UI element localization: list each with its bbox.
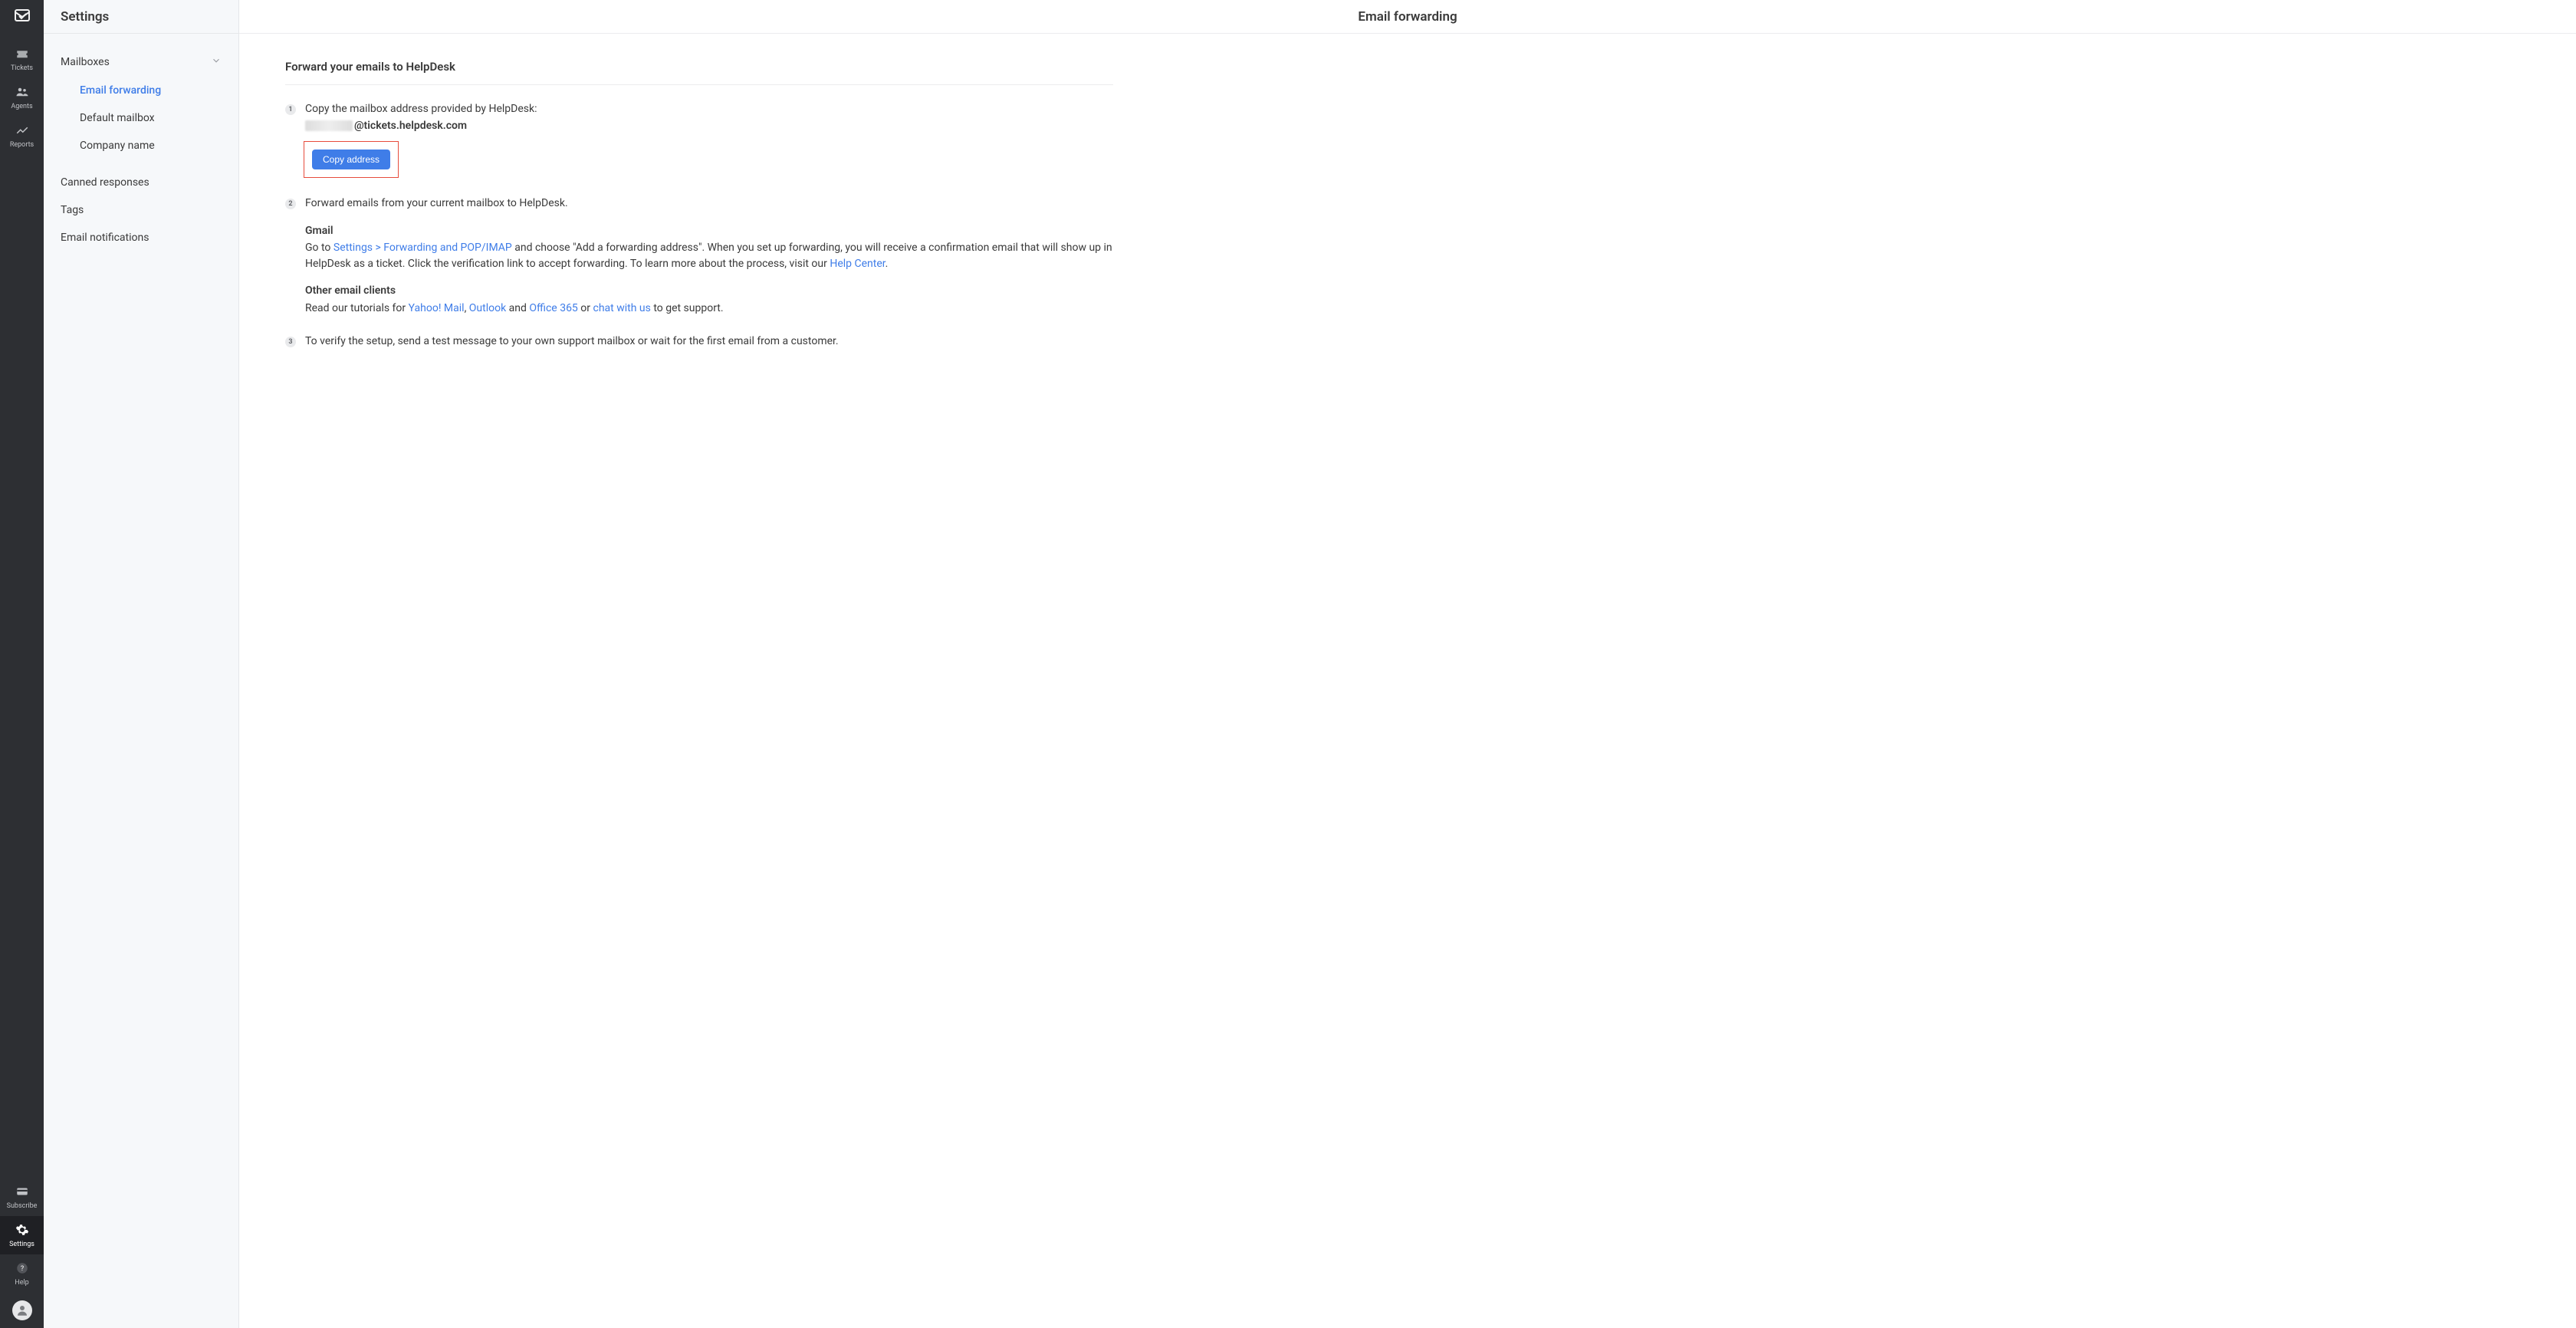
other-clients-heading: Other email clients: [305, 284, 1113, 299]
sidebar-title: Settings: [44, 0, 238, 34]
rail-label: Settings: [9, 1241, 34, 1248]
step-badge: 2: [285, 199, 296, 209]
other-clients-instructions: Read our tutorials for Yahoo! Mail, Outl…: [305, 301, 1113, 316]
ticket-icon: [15, 46, 30, 61]
yahoo-mail-link[interactable]: Yahoo! Mail: [409, 302, 465, 314]
text-fragment: Go to: [305, 242, 334, 254]
main-panel: Email forwarding Forward your emails to …: [239, 0, 2576, 1328]
sidebar-subitem-company-name[interactable]: Company name: [44, 132, 238, 159]
rail-label: Tickets: [11, 64, 33, 72]
step-1-text: Copy the mailbox address provided by Hel…: [305, 102, 1113, 117]
rail-item-tickets[interactable]: Tickets: [0, 40, 44, 78]
outlook-link[interactable]: Outlook: [469, 302, 506, 314]
sidebar-item-email-notifications[interactable]: Email notifications: [44, 224, 238, 251]
step-3-text: To verify the setup, send a test message…: [305, 334, 1113, 350]
text-fragment: or: [578, 302, 593, 314]
svg-text:?: ?: [20, 1265, 23, 1273]
rail-item-subscribe[interactable]: Subscribe: [0, 1178, 44, 1216]
page-title: Email forwarding: [239, 0, 2576, 34]
step-2: 2 Forward emails from your current mailb…: [285, 196, 1113, 316]
step-3: 3 To verify the setup, send a test messa…: [285, 334, 1113, 350]
step-badge: 3: [285, 337, 296, 347]
card-icon: [15, 1184, 30, 1199]
gmail-settings-link[interactable]: Settings > Forwarding and POP/IMAP: [334, 242, 512, 254]
chat-with-us-link[interactable]: chat with us: [593, 302, 651, 314]
help-icon: ?: [15, 1261, 30, 1276]
rail-label: Agents: [11, 103, 32, 110]
text-fragment: Read our tutorials for: [305, 302, 409, 314]
rail-item-settings[interactable]: Settings: [0, 1216, 44, 1254]
rail-item-reports[interactable]: Reports: [0, 117, 44, 155]
step-1: 1 Copy the mailbox address provided by H…: [285, 102, 1113, 178]
agents-icon: [15, 84, 30, 100]
text-fragment: .: [886, 258, 889, 270]
rail-item-agents[interactable]: Agents: [0, 78, 44, 117]
settings-sidebar: Settings Mailboxes Email forwarding Defa…: [44, 0, 239, 1328]
step-badge: 1: [285, 104, 296, 115]
rail-item-help[interactable]: ? Help: [0, 1254, 44, 1293]
nav-rail: Tickets Agents Reports Subscribe Sett: [0, 0, 44, 1328]
text-fragment: to get support.: [651, 302, 724, 314]
rail-label: Reports: [10, 141, 34, 149]
section-title: Forward your emails to HelpDesk: [285, 60, 1113, 85]
office365-link[interactable]: Office 365: [529, 302, 577, 314]
help-center-link[interactable]: Help Center: [830, 258, 885, 270]
text-fragment: and: [506, 302, 529, 314]
gmail-heading: Gmail: [305, 224, 1113, 239]
user-avatar[interactable]: [12, 1300, 32, 1320]
sidebar-subitem-email-forwarding[interactable]: Email forwarding: [44, 77, 238, 104]
app-logo-icon[interactable]: [12, 5, 33, 26]
gear-icon: [15, 1222, 30, 1238]
sidebar-item-canned-responses[interactable]: Canned responses: [44, 169, 238, 196]
sidebar-item-tags[interactable]: Tags: [44, 196, 238, 224]
rail-label: Help: [15, 1279, 28, 1287]
step-2-text: Forward emails from your current mailbox…: [305, 196, 1113, 212]
rail-label: Subscribe: [7, 1202, 38, 1210]
copy-address-highlight: Copy address: [304, 141, 399, 178]
sidebar-group-label: Mailboxes: [61, 56, 110, 68]
reports-icon: [15, 123, 30, 138]
mailbox-domain: @tickets.helpdesk.com: [354, 119, 467, 134]
copy-address-button[interactable]: Copy address: [312, 150, 390, 169]
chevron-down-icon: [211, 55, 222, 69]
mailbox-local-part-redacted: [305, 120, 353, 131]
sidebar-subitem-default-mailbox[interactable]: Default mailbox: [44, 104, 238, 132]
sidebar-group-mailboxes[interactable]: Mailboxes: [44, 48, 238, 77]
gmail-instructions: Go to Settings > Forwarding and POP/IMAP…: [305, 240, 1113, 271]
